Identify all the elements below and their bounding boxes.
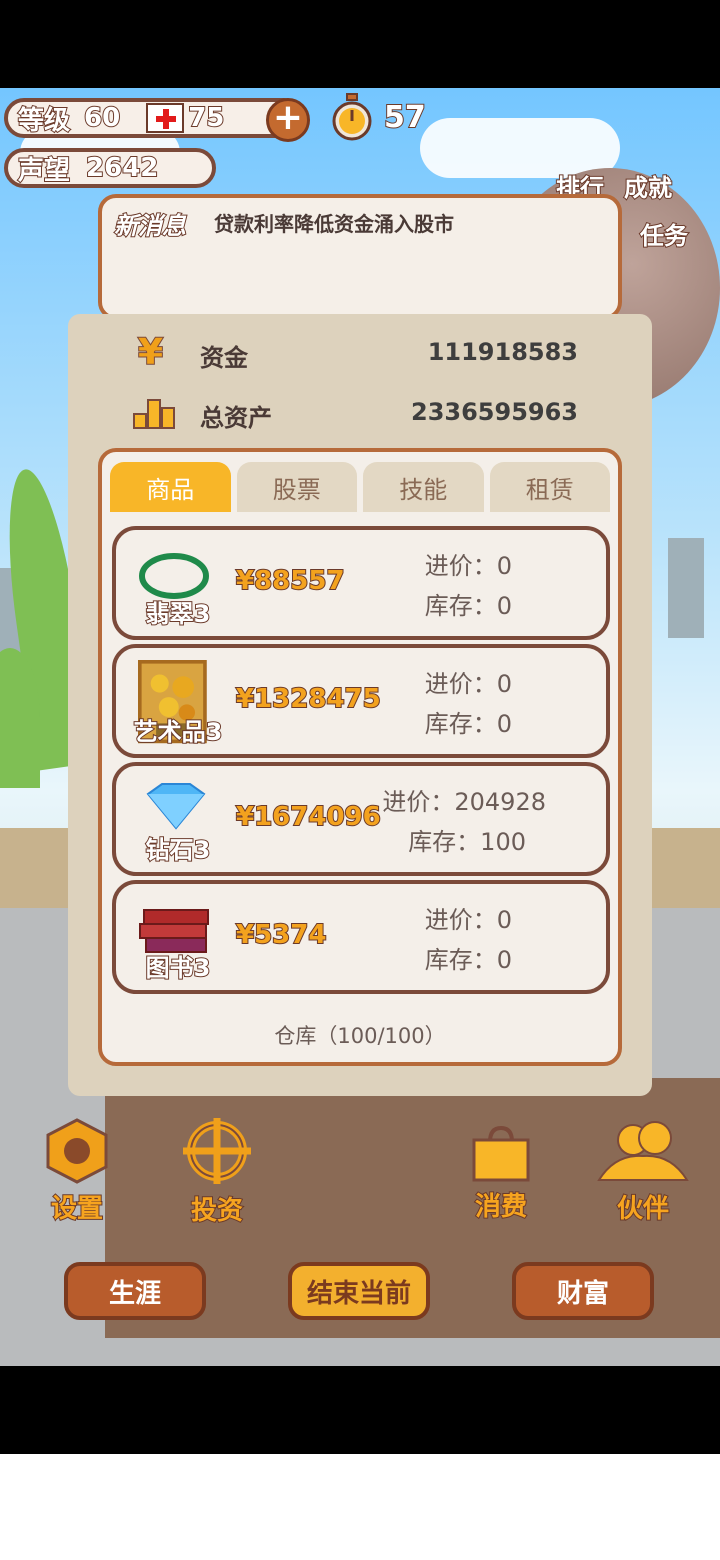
reputation-value: 2642 [85, 152, 159, 184]
partner-label: 伙伴 [616, 1193, 670, 1225]
item-name: 艺术品3 [133, 717, 224, 747]
consume-label: 消费 [474, 1191, 528, 1223]
item-price: ¥1328475 [235, 683, 382, 715]
yen-icon: ¥ [137, 331, 164, 374]
market-card: 商品 股票 技能 租赁 翡翠3 ¥88557 进价：0 库存：0 艺术品3 ¥1… [98, 448, 622, 1066]
tab-rental[interactable]: 租赁 [489, 462, 610, 512]
assets-label: 总资产 [200, 404, 272, 432]
status-bar [0, 0, 720, 88]
level-value: 60 [83, 102, 121, 134]
tab-bar: 商品 股票 技能 租赁 [110, 462, 610, 512]
item-cost: 进价：0 [424, 552, 512, 580]
item-price: ¥5374 [235, 919, 327, 951]
list-item[interactable]: 钻石3 ¥1674096 进价：204928 库存：100 [112, 762, 610, 876]
stopwatch-icon [332, 93, 372, 141]
end-current-button[interactable]: 结束当前 [288, 1262, 430, 1320]
tasks-link[interactable]: 任务 [639, 216, 689, 251]
funds-label: 资金 [200, 344, 248, 372]
item-stock: 库存：0 [424, 946, 512, 974]
settings-button[interactable]: 设置 [40, 1118, 114, 1225]
tab-goods[interactable]: 商品 [110, 462, 231, 512]
item-stock: 库存：0 [424, 592, 512, 620]
career-button[interactable]: 生涯 [64, 1262, 206, 1320]
invest-button[interactable]: 投资 [178, 1116, 256, 1227]
partner-button[interactable]: 伙伴 [594, 1118, 692, 1225]
level-label: 等级 [17, 105, 71, 137]
tab-stocks[interactable]: 股票 [236, 462, 357, 512]
item-stock: 库存：0 [424, 710, 512, 738]
health-value: 75 [187, 102, 225, 134]
warehouse-capacity: 仓库（100/100） [274, 1024, 446, 1048]
item-name: 翡翠3 [145, 599, 212, 629]
assets-value: 2336595963 [411, 398, 578, 426]
main-panel: ¥ 资金 111918583 总资产 2336595963 商品 股票 技能 租… [68, 314, 652, 1096]
health-cross-icon [146, 103, 185, 133]
item-cost: 进价：204928 [382, 788, 546, 816]
item-stock: 库存：100 [408, 828, 526, 856]
invest-label: 投资 [190, 1195, 244, 1227]
funds-value: 111918583 [427, 338, 578, 366]
shopping-bag-icon [472, 1125, 530, 1182]
news-tag: 新消息 [113, 211, 187, 241]
timer-value: 57 [383, 99, 427, 136]
item-cost: 进价：0 [424, 906, 512, 934]
people-icon [597, 1121, 689, 1181]
item-price: ¥1674096 [235, 801, 382, 833]
wealth-button[interactable]: 财富 [512, 1262, 654, 1320]
tab-skills[interactable]: 技能 [363, 462, 484, 512]
level-health-bar: 等级 60 75 [4, 98, 304, 138]
item-cost: 进价：0 [424, 670, 512, 698]
list-item[interactable]: 图书3 ¥5374 进价：0 库存：0 [112, 880, 610, 994]
news-text: 贷款利率降低资金涌入股市 [214, 212, 454, 236]
item-name: 钻石3 [145, 835, 212, 865]
hexagon-nut-icon [46, 1118, 108, 1184]
item-name: 图书3 [145, 953, 212, 983]
funds-row: ¥ 资金 111918583 [68, 331, 652, 376]
navigation-bar [0, 1366, 720, 1454]
reputation-bar: 声望 2642 [4, 148, 216, 188]
crosshair-icon [183, 1118, 251, 1184]
achievements-link[interactable]: 成就 [623, 168, 673, 203]
coins-icon [133, 399, 175, 429]
add-health-button[interactable]: + [266, 98, 310, 142]
consume-button[interactable]: 消费 [466, 1124, 536, 1223]
settings-label: 设置 [50, 1193, 104, 1225]
list-item[interactable]: 艺术品3 ¥1328475 进价：0 库存：0 [112, 644, 610, 758]
item-price: ¥88557 [235, 565, 346, 597]
list-item[interactable]: 翡翠3 ¥88557 进价：0 库存：0 [112, 526, 610, 640]
news-message-box: 新消息 贷款利率降低资金涌入股市 [98, 194, 622, 320]
reputation-label: 声望 [17, 155, 71, 187]
assets-row: 总资产 2336595963 [68, 392, 652, 436]
